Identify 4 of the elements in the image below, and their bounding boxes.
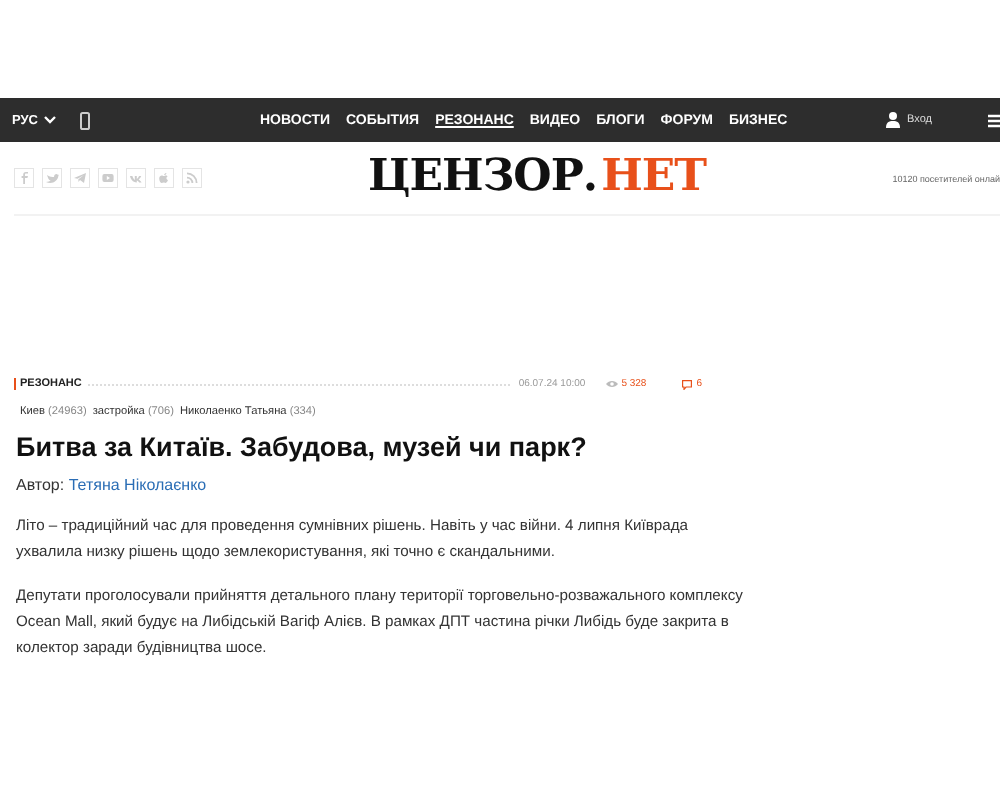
author-line: Автор: Тетяна Ніколаєнко bbox=[16, 476, 209, 494]
site-logo[interactable]: ЦЕНЗОР.НЕТ bbox=[368, 150, 706, 202]
author-link[interactable]: Тетяна Ніколаєнко bbox=[68, 476, 207, 494]
article-title: Битва за Китаїв. Забудова, музей чи парк? bbox=[16, 432, 589, 462]
